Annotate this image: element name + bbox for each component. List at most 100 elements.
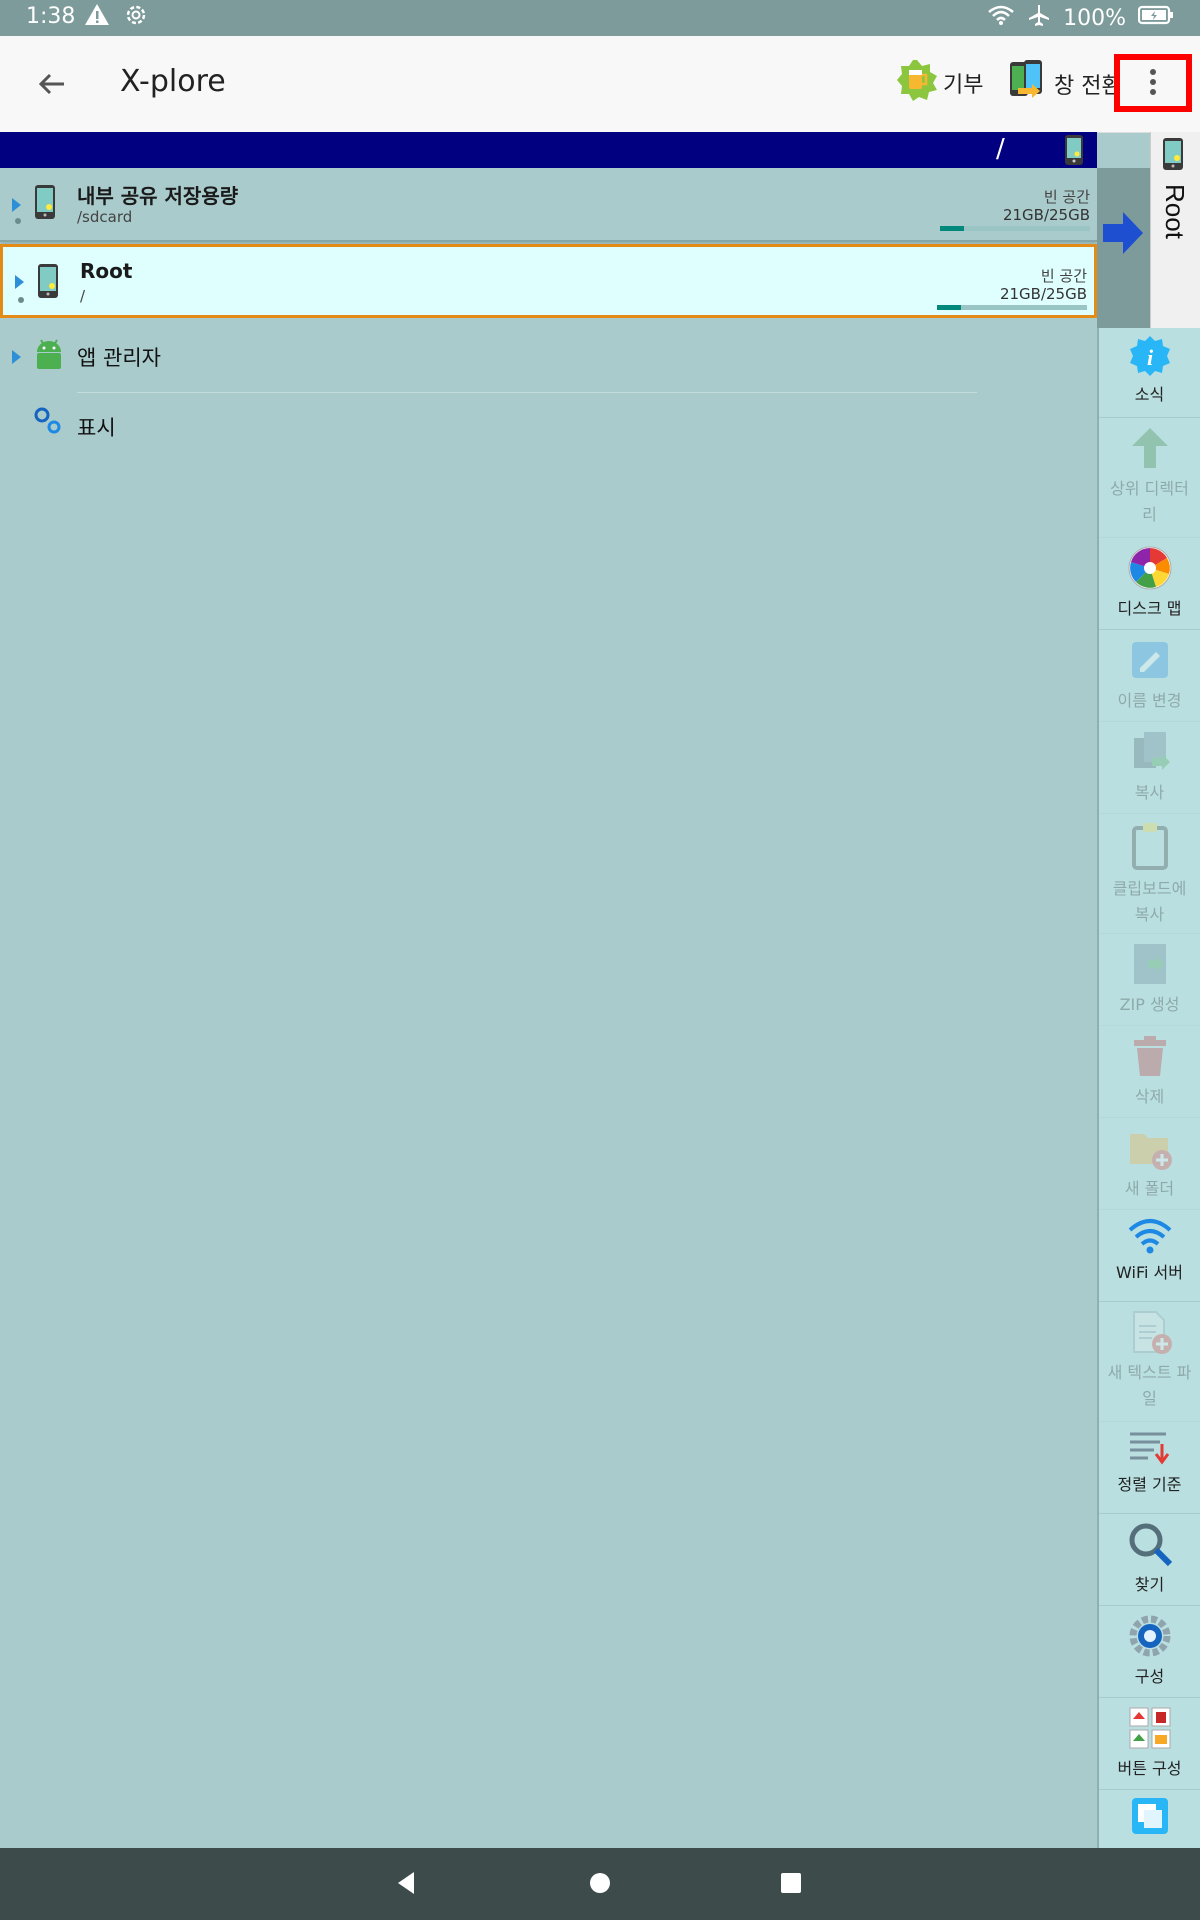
more-options-button[interactable] — [1114, 54, 1192, 112]
switch-label: 창 전환 — [1054, 74, 1122, 99]
storage-usage-fill — [937, 305, 961, 310]
trash-icon — [1099, 1032, 1200, 1084]
expand-arrow-icon[interactable] — [12, 350, 21, 364]
tool-label: 이름 변경 — [1117, 691, 1182, 710]
wifi-icon — [987, 4, 1015, 32]
storage-usage-fill — [940, 226, 964, 231]
toolbar-zip[interactable]: ZIP 생성 — [1099, 934, 1200, 1026]
item-path: / — [80, 287, 86, 305]
pane-switch-arrow[interactable] — [1097, 168, 1150, 328]
action-toolbar: i 소식 상위 디렉터리 디스크 맵 이름 변경 복사 클립보드에 복사 ZIP… — [1097, 328, 1200, 1848]
back-button[interactable] — [30, 62, 74, 106]
free-space-label: 빈 공간 — [1040, 267, 1087, 285]
toolbar-rename[interactable]: 이름 변경 — [1099, 630, 1200, 722]
item-name: Root — [80, 259, 133, 283]
right-arrow-icon — [1101, 208, 1145, 262]
tool-label: 새 폴더 — [1124, 1179, 1175, 1198]
tool-label: 삭제 — [1134, 1087, 1165, 1106]
toolbar-new-text-file[interactable]: 새 텍스트 파일 — [1099, 1302, 1200, 1422]
toolbar-new-folder[interactable]: 새 폴더 — [1099, 1118, 1200, 1210]
tool-label: 클립보드에 복사 — [1112, 879, 1187, 924]
airplane-icon — [1027, 3, 1051, 33]
toolbar-news[interactable]: i 소식 — [1099, 328, 1200, 418]
toolbar-sort[interactable]: 정렬 기준 — [1099, 1422, 1200, 1514]
toolbar-copy-clipboard[interactable]: 클립보드에 복사 — [1099, 814, 1200, 934]
free-space-value: 21GB/25GB — [1002, 206, 1090, 224]
status-dot — [15, 218, 21, 224]
item-name: 내부 공유 저장용량 — [77, 184, 239, 208]
app-bar: X-plore 기부 창 전환 — [0, 36, 1200, 133]
warning-icon — [84, 3, 110, 33]
tool-label: 찾기 — [1134, 1575, 1165, 1594]
phone-switch-icon — [1008, 58, 1048, 110]
more-vert-icon — [1120, 69, 1186, 110]
item-name: 표시 — [77, 416, 116, 440]
list-item-root[interactable]: Root / 빈 공간 21GB/25GB — [0, 244, 1097, 318]
toolbar-parent-dir[interactable]: 상위 디렉터리 — [1099, 418, 1200, 538]
item-name: 앱 관리자 — [77, 346, 161, 370]
tool-label: 복사 — [1134, 783, 1165, 802]
list-item-internal-storage[interactable]: 내부 공유 저장용량 /sdcard 빈 공간 21GB/25GB — [0, 168, 1097, 242]
nav-back-icon[interactable] — [392, 1868, 422, 1902]
zip-icon — [1099, 940, 1200, 992]
beer-badge-icon — [895, 58, 939, 108]
battery-icon — [1137, 5, 1174, 31]
tool-label: 상위 디렉터리 — [1110, 479, 1189, 524]
app-title: X-plore — [120, 64, 226, 99]
disk-map-icon — [1099, 544, 1200, 596]
display-settings-icon — [33, 406, 63, 440]
switch-window-button[interactable]: 창 전환 — [1008, 58, 1122, 110]
phone-storage-icon — [34, 184, 56, 224]
pane-tab-label: Root — [1160, 184, 1190, 239]
device-icon — [1064, 134, 1084, 170]
search-icon — [1099, 1520, 1200, 1572]
config-gear-icon — [1099, 1612, 1200, 1664]
toolbar-more[interactable] — [1099, 1790, 1200, 1850]
toolbar-search[interactable]: 찾기 — [1099, 1514, 1200, 1606]
storage-usage-bar — [937, 305, 1087, 310]
current-path: / — [996, 134, 1005, 164]
pane-tab-root[interactable]: Root — [1150, 132, 1200, 328]
wifi-server-icon — [1099, 1216, 1200, 1260]
tool-label: 버튼 구성 — [1117, 1759, 1182, 1778]
list-item-app-manager[interactable]: 앱 관리자 — [0, 322, 1097, 392]
status-bar: 1:38 100% — [0, 0, 1200, 36]
tool-label: 정렬 기준 — [1117, 1475, 1182, 1494]
sort-icon — [1099, 1428, 1200, 1472]
status-dot — [18, 297, 24, 303]
toolbar-disk-map[interactable]: 디스크 맵 — [1099, 538, 1200, 630]
item-path: /sdcard — [77, 208, 133, 226]
up-arrow-icon — [1099, 424, 1200, 476]
storage-usage-bar — [940, 226, 1090, 231]
tool-label: 디스크 맵 — [1117, 599, 1182, 618]
phone-storage-icon — [37, 263, 59, 303]
back-arrow-icon — [30, 73, 74, 110]
toolbar-wifi-server[interactable]: WiFi 서버 — [1099, 1210, 1200, 1302]
expand-arrow-icon[interactable] — [15, 275, 24, 289]
new-text-file-icon — [1099, 1308, 1200, 1360]
multi-window-icon — [1099, 1796, 1200, 1840]
toolbar-configuration[interactable]: 구성 — [1099, 1606, 1200, 1698]
battery-level: 100% — [1063, 5, 1126, 31]
tool-label: ZIP 생성 — [1119, 995, 1180, 1014]
toolbar-copy[interactable]: 복사 — [1099, 722, 1200, 814]
expand-arrow-icon[interactable] — [12, 198, 21, 212]
toolbar-button-config[interactable]: 버튼 구성 — [1099, 1698, 1200, 1790]
tool-label: 새 텍스트 파일 — [1107, 1363, 1192, 1408]
android-icon — [33, 336, 65, 374]
device-icon — [1162, 137, 1184, 175]
info-icon: i — [1099, 334, 1200, 382]
clipboard-icon — [1099, 820, 1200, 876]
settings-icon — [124, 3, 148, 33]
status-time: 1:38 — [26, 4, 76, 29]
nav-home-icon[interactable] — [585, 1868, 615, 1902]
new-folder-icon — [1099, 1124, 1200, 1176]
donate-button[interactable]: 기부 — [895, 58, 983, 108]
tool-label: 구성 — [1134, 1667, 1165, 1686]
tool-label: WiFi 서버 — [1116, 1263, 1183, 1282]
toolbar-delete[interactable]: 삭제 — [1099, 1026, 1200, 1118]
file-list: 내부 공유 저장용량 /sdcard 빈 공간 21GB/25GB Root /… — [0, 168, 1097, 462]
list-item-display[interactable]: 표시 — [0, 392, 1097, 462]
rename-icon — [1099, 636, 1200, 688]
nav-recents-icon[interactable] — [776, 1868, 806, 1902]
